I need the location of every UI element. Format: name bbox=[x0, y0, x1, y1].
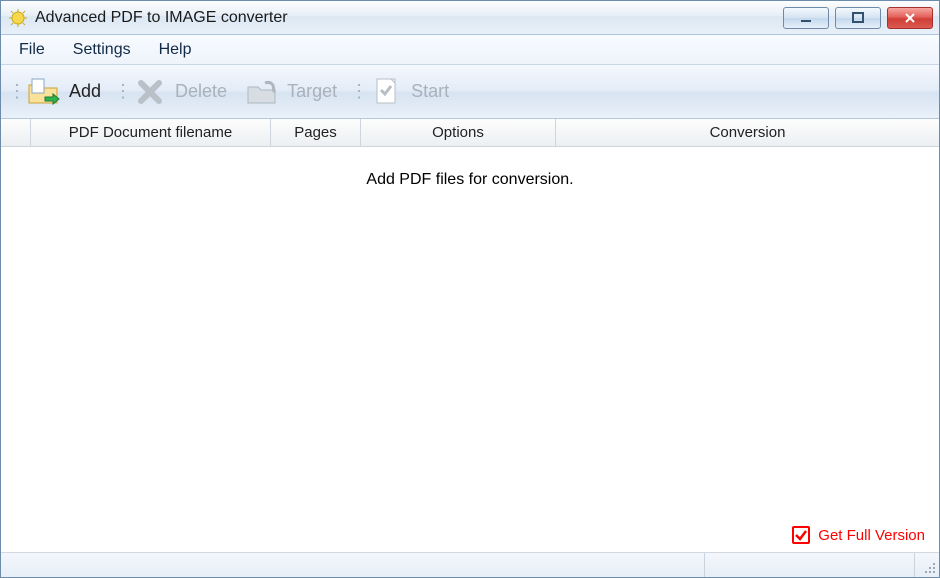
menu-file[interactable]: File bbox=[7, 38, 57, 62]
target-button[interactable]: Target bbox=[241, 70, 351, 114]
col-filename[interactable]: PDF Document filename bbox=[31, 119, 271, 146]
delete-button[interactable]: Delete bbox=[129, 70, 241, 114]
delete-label: Delete bbox=[175, 81, 227, 102]
col-conversion[interactable]: Conversion bbox=[556, 119, 939, 146]
maximize-icon bbox=[851, 11, 865, 25]
target-folder-icon bbox=[245, 75, 279, 109]
col-pages[interactable]: Pages bbox=[271, 119, 361, 146]
checkbox-icon bbox=[792, 526, 810, 544]
window-title: Advanced PDF to IMAGE converter bbox=[35, 9, 783, 27]
add-label: Add bbox=[69, 81, 101, 102]
menu-bar: File Settings Help bbox=[1, 35, 939, 65]
toolbar-grip-icon bbox=[115, 74, 129, 110]
title-bar: Advanced PDF to IMAGE converter bbox=[1, 1, 939, 35]
menu-settings[interactable]: Settings bbox=[61, 38, 143, 62]
minimize-button[interactable] bbox=[783, 7, 829, 29]
delete-icon bbox=[133, 75, 167, 109]
get-full-version-link[interactable]: Get Full Version bbox=[792, 526, 925, 544]
start-label: Start bbox=[411, 81, 449, 102]
toolbar: Add Delete Target bbox=[1, 65, 939, 119]
get-full-version-label: Get Full Version bbox=[818, 527, 925, 544]
app-window: Advanced PDF to IMAGE converter File Set… bbox=[0, 0, 940, 578]
close-button[interactable] bbox=[887, 7, 933, 29]
status-section-left bbox=[1, 553, 705, 577]
app-icon bbox=[9, 9, 27, 27]
empty-placeholder: Add PDF files for conversion. bbox=[1, 171, 939, 189]
window-controls bbox=[783, 7, 933, 29]
start-button[interactable]: Start bbox=[365, 70, 463, 114]
target-label: Target bbox=[287, 81, 337, 102]
table-header: PDF Document filename Pages Options Conv… bbox=[1, 119, 939, 147]
col-rowselect[interactable] bbox=[1, 119, 31, 146]
file-list-area[interactable]: Add PDF files for conversion. Get Full V… bbox=[1, 147, 939, 553]
status-section-right bbox=[705, 553, 915, 577]
resize-grip-icon[interactable] bbox=[915, 553, 939, 577]
add-folder-icon bbox=[27, 75, 61, 109]
start-icon bbox=[369, 75, 403, 109]
minimize-icon bbox=[799, 11, 813, 25]
toolbar-grip-icon bbox=[351, 74, 365, 110]
maximize-button[interactable] bbox=[835, 7, 881, 29]
close-icon bbox=[903, 11, 917, 25]
menu-help[interactable]: Help bbox=[147, 38, 204, 62]
status-bar bbox=[1, 553, 939, 577]
toolbar-grip-icon bbox=[9, 74, 23, 110]
col-options[interactable]: Options bbox=[361, 119, 556, 146]
add-button[interactable]: Add bbox=[23, 70, 115, 114]
